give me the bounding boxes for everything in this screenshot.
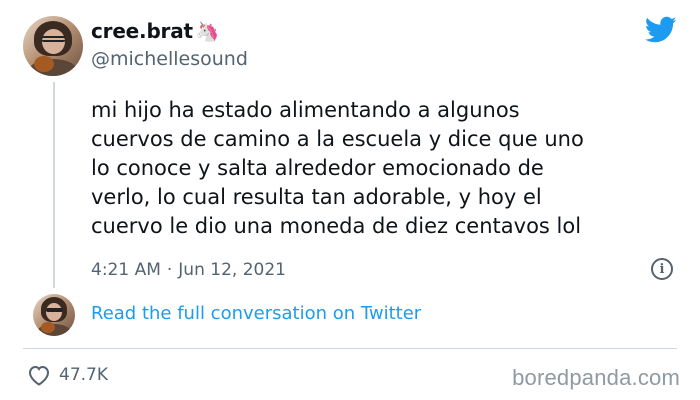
twitter-bird-icon[interactable] [645, 16, 677, 44]
tweet-text-line: cuervo le dio una moneda de diez centavo… [91, 214, 582, 238]
tweet-text: mi hijo ha estado alimentando a algunos … [91, 96, 671, 241]
heart-icon [28, 365, 50, 386]
tweet-time: 4:21 AM [91, 260, 161, 280]
info-icon[interactable]: i [651, 258, 673, 280]
boredpanda-watermark: boredpanda.com [512, 365, 680, 390]
reply-avatar [33, 294, 75, 336]
meta-separator: · [166, 260, 173, 280]
divider [23, 348, 677, 349]
author-display-name[interactable]: cree.brat 🦄 [91, 19, 220, 43]
tweet-text-line: lo conoce y salta alrededor emocionado d… [91, 156, 544, 180]
unicorn-icon: 🦄 [195, 20, 220, 43]
tweet-text-line: cuervos de camino a la escuela y dice qu… [91, 127, 584, 151]
display-name-text: cree.brat [91, 19, 193, 43]
like-count: 47.7K [59, 365, 108, 385]
thread-connector-line [53, 82, 55, 288]
tweet-text-line: mi hijo ha estado alimentando a algunos [91, 98, 520, 122]
tweet-date: Jun 12, 2021 [178, 260, 286, 280]
tweet-text-line: verlo, lo cual resulta tan adorable, y h… [91, 185, 542, 209]
author-handle[interactable]: @michellesound [91, 48, 248, 70]
author-avatar[interactable] [23, 16, 83, 76]
like-button[interactable]: 47.7K [27, 364, 108, 386]
tweet-timestamp[interactable]: 4:21 AM · Jun 12, 2021 [91, 260, 286, 280]
read-full-conversation-link[interactable]: Read the full conversation on Twitter [91, 303, 421, 324]
